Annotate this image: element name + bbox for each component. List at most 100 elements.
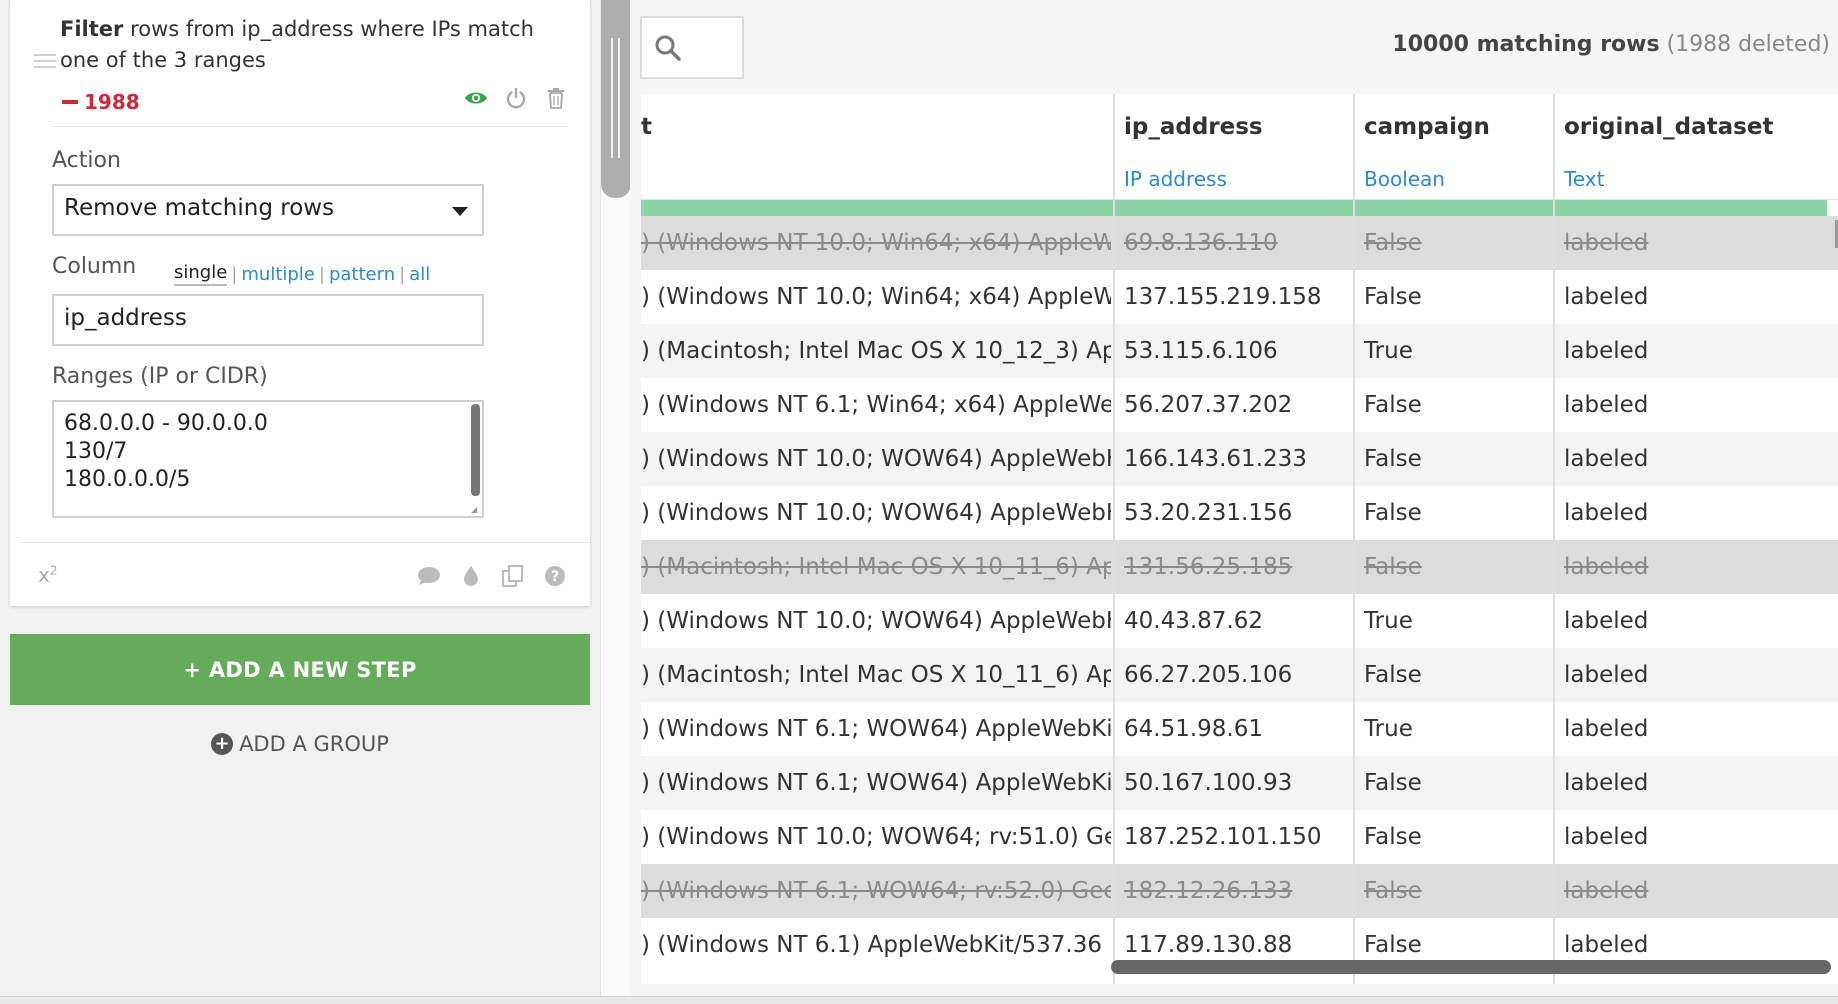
cell-original-dataset[interactable]: labeled (1564, 648, 1824, 702)
cell-ip-address[interactable]: 182.12.26.133 (1124, 864, 1349, 918)
drop-icon[interactable] (458, 563, 484, 589)
help-icon[interactable]: ? (542, 563, 568, 589)
column-header-campaign[interactable]: campaign (1364, 114, 1490, 140)
cell-original-dataset[interactable]: labeled (1564, 540, 1824, 594)
column-divider[interactable] (1553, 94, 1555, 984)
textarea-scrollbar[interactable] (471, 404, 480, 496)
column-mode-multiple[interactable]: multiple (241, 264, 315, 285)
formula-icon[interactable]: x2 (38, 563, 57, 587)
trash-icon[interactable] (544, 86, 568, 110)
cell-user-agent[interactable]: ) (Windows NT 10.0; Win64; x64) AppleW… (641, 216, 1111, 270)
cell-user-agent[interactable]: ) (Windows NT 6.1; Win64; x64) AppleWe… (641, 378, 1111, 432)
table-row[interactable]: ) (Windows NT 10.0; WOW64) AppleWebK… 40.… (641, 594, 1838, 648)
column-header-ip-address[interactable]: ip_address (1124, 114, 1263, 140)
cell-campaign[interactable]: False (1364, 810, 1549, 864)
cell-ip-address[interactable]: 69.8.136.110 (1124, 216, 1349, 270)
cell-ip-address[interactable]: 53.20.231.156 (1124, 486, 1349, 540)
cell-user-agent[interactable]: ) (Windows NT 10.0; WOW64; rv:51.0) Gec… (641, 810, 1111, 864)
cell-user-agent[interactable]: ) (Windows NT 6.1) AppleWebKit/537.36 (… (641, 918, 1111, 972)
column-type-campaign[interactable]: Boolean (1364, 167, 1445, 191)
column-mode-all[interactable]: all (409, 264, 430, 285)
column-divider[interactable] (1113, 94, 1115, 984)
table-row[interactable]: ) (Windows NT 10.0; WOW64; rv:51.0) Gec…… (641, 810, 1838, 864)
power-icon[interactable] (504, 86, 528, 110)
action-select[interactable]: Remove matching rows (52, 184, 484, 236)
cell-original-dataset[interactable]: labeled (1564, 864, 1824, 918)
table-row[interactable]: ) (Windows NT 10.0; WOW64) AppleWebK… 53.… (641, 486, 1838, 540)
table-row-deleted[interactable]: ) (Windows NT 6.1; WOW64; rv:52.0) Geck…… (641, 864, 1838, 918)
cell-campaign[interactable]: False (1364, 648, 1549, 702)
cell-user-agent[interactable]: ) (Windows NT 6.1; WOW64) AppleWebKit… (641, 702, 1111, 756)
cell-original-dataset[interactable]: labeled (1564, 594, 1824, 648)
cell-user-agent[interactable]: ) (Macintosh; Intel Mac OS X 10_11_6) Ap… (641, 648, 1111, 702)
cell-user-agent[interactable]: ) (Windows NT 10.0; Win64; x64) AppleW… (641, 270, 1111, 324)
cell-ip-address[interactable]: 64.51.98.61 (1124, 702, 1349, 756)
cell-campaign[interactable]: False (1364, 540, 1549, 594)
cell-ip-address[interactable]: 40.43.87.62 (1124, 594, 1349, 648)
cell-original-dataset[interactable]: labeled (1564, 756, 1824, 810)
column-mode-single[interactable]: single (174, 262, 228, 286)
column-mode-pattern[interactable]: pattern (329, 264, 395, 285)
table-row[interactable]: ) (Windows NT 10.0; WOW64) AppleWebK… 166… (641, 432, 1838, 486)
cell-campaign[interactable]: False (1364, 378, 1549, 432)
table-row[interactable]: ) (Windows NT 10.0; Win64; x64) AppleW… 1… (641, 270, 1838, 324)
search-button[interactable] (640, 16, 744, 79)
column-input[interactable]: ip_address (52, 294, 484, 346)
cell-original-dataset[interactable]: labeled (1564, 702, 1824, 756)
horizontal-scrollbar[interactable] (1111, 960, 1831, 974)
cell-campaign[interactable]: True (1364, 594, 1549, 648)
cell-user-agent[interactable]: ) (Macintosh; Intel Mac OS X 10_12_3) Ap… (641, 324, 1111, 378)
cell-original-dataset[interactable]: labeled (1564, 324, 1824, 378)
resize-handle-icon[interactable]: ◢ (471, 505, 481, 515)
add-group-button[interactable]: + ADD A GROUP (0, 732, 600, 756)
cell-original-dataset[interactable]: labeled (1564, 432, 1824, 486)
comment-icon[interactable] (416, 563, 442, 589)
cell-ip-address[interactable]: 56.207.37.202 (1124, 378, 1349, 432)
table-row[interactable]: ) (Windows NT 6.1; WOW64) AppleWebKit… 64… (641, 702, 1838, 756)
eye-icon[interactable] (464, 86, 488, 110)
cell-user-agent[interactable]: ) (Windows NT 10.0; WOW64) AppleWebK… (641, 486, 1111, 540)
cell-ip-address[interactable]: 53.115.6.106 (1124, 324, 1349, 378)
cell-ip-address[interactable]: 137.155.219.158 (1124, 270, 1349, 324)
table-row[interactable]: ) (Windows NT 6.1; Win64; x64) AppleWe… 5… (641, 378, 1838, 432)
column-type-ip-address[interactable]: IP address (1124, 167, 1227, 191)
cell-campaign[interactable]: False (1364, 432, 1549, 486)
cell-campaign[interactable]: False (1364, 864, 1549, 918)
add-step-button[interactable]: + ADD A NEW STEP (10, 634, 590, 705)
cell-ip-address[interactable]: 131.56.25.185 (1124, 540, 1349, 594)
splitter-handle[interactable] (601, 0, 631, 198)
copy-icon[interactable] (500, 563, 526, 589)
cell-user-agent[interactable]: ) (Windows NT 6.1; WOW64; rv:52.0) Geck… (641, 864, 1111, 918)
cell-campaign[interactable]: True (1364, 324, 1549, 378)
cell-ip-address[interactable]: 66.27.205.106 (1124, 648, 1349, 702)
cell-original-dataset[interactable]: labeled (1564, 810, 1824, 864)
cell-user-agent[interactable]: ) (Macintosh; Intel Mac OS X 10_11_6) Ap… (641, 540, 1111, 594)
drag-handle-icon[interactable] (34, 54, 56, 74)
cell-user-agent[interactable]: ) (Windows NT 6.1; WOW64) AppleWebKit… (641, 756, 1111, 810)
cell-original-dataset[interactable]: labeled (1564, 216, 1824, 270)
cell-ip-address[interactable]: 187.252.101.150 (1124, 810, 1349, 864)
column-header-original-dataset[interactable]: original_dataset (1564, 114, 1773, 140)
cell-campaign[interactable]: False (1364, 486, 1549, 540)
table-row-deleted[interactable]: ) (Windows NT 10.0; Win64; x64) AppleW… 6… (641, 216, 1838, 270)
panel-splitter[interactable] (600, 0, 631, 1004)
cell-campaign[interactable]: False (1364, 216, 1549, 270)
table-row[interactable]: ) (Macintosh; Intel Mac OS X 10_11_6) Ap… (641, 648, 1838, 702)
cell-campaign[interactable]: False (1364, 270, 1549, 324)
column-divider[interactable] (1353, 94, 1355, 984)
cell-user-agent[interactable]: ) (Windows NT 10.0; WOW64) AppleWebK… (641, 594, 1111, 648)
column-type-original-dataset[interactable]: Text (1564, 167, 1604, 191)
cell-original-dataset[interactable]: labeled (1564, 486, 1824, 540)
cell-user-agent[interactable]: ) (Windows NT 10.0; WOW64) AppleWebK… (641, 432, 1111, 486)
table-row[interactable]: ) (Windows NT 6.1; WOW64) AppleWebKit… 50… (641, 756, 1838, 810)
ranges-textarea[interactable]: 68.0.0.0 - 90.0.0.0 130/7 180.0.0.0/5 ◢ (52, 400, 484, 518)
cell-campaign[interactable]: True (1364, 702, 1549, 756)
table-row[interactable]: ) (Macintosh; Intel Mac OS X 10_12_3) Ap… (641, 324, 1838, 378)
table-row-deleted[interactable]: ) (Macintosh; Intel Mac OS X 10_11_6) Ap… (641, 540, 1838, 594)
cell-ip-address[interactable]: 166.143.61.233 (1124, 432, 1349, 486)
cell-campaign[interactable]: False (1364, 756, 1549, 810)
cell-original-dataset[interactable]: labeled (1564, 270, 1824, 324)
column-header-user-agent[interactable]: t (641, 114, 652, 140)
cell-original-dataset[interactable]: labeled (1564, 378, 1824, 432)
cell-ip-address[interactable]: 50.167.100.93 (1124, 756, 1349, 810)
